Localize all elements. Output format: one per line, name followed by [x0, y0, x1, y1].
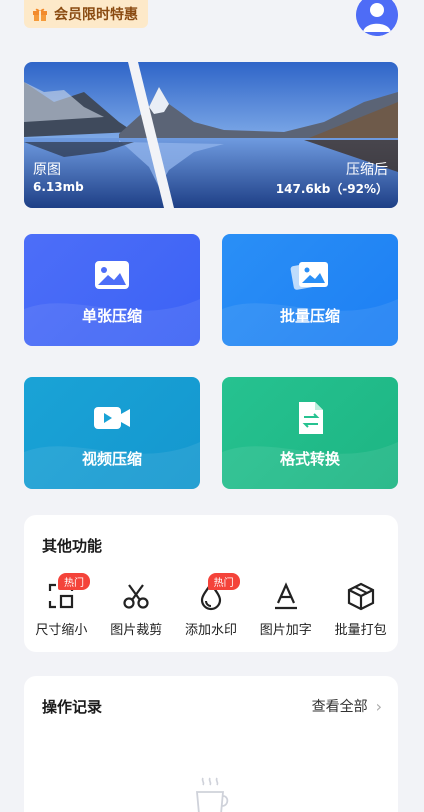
- operation-records-panel: 操作记录 查看全部 ›: [24, 676, 398, 812]
- other-functions-panel: 其他功能 热门 尺寸缩小 图片裁剪 热门 添加水印 图片加字 批量打包: [24, 515, 398, 652]
- compressed-size: 147.6kb（-92%）: [275, 182, 388, 196]
- vip-promo-label: 会员限时特惠: [54, 7, 138, 23]
- tool-add-text-label: 图片加字: [259, 623, 312, 638]
- single-compress-label: 单张压缩: [81, 307, 142, 325]
- video-camera-icon: [94, 407, 130, 429]
- text-icon: [274, 582, 297, 610]
- user-avatar-icon[interactable]: [356, 0, 398, 36]
- coffee-cup-icon: [196, 777, 229, 812]
- tool-crop[interactable]: 图片裁剪: [99, 577, 174, 638]
- images-stack-icon: [290, 262, 328, 290]
- hot-badge: 热门: [207, 573, 240, 590]
- image-icon: [95, 261, 129, 289]
- records-title: 操作记录: [42, 698, 103, 716]
- original-size: 6.13mb: [33, 180, 84, 194]
- tool-resize[interactable]: 热门 尺寸缩小: [24, 573, 99, 638]
- tool-batch-pack-label: 批量打包: [334, 623, 387, 638]
- original-label: 原图: [33, 162, 61, 178]
- tool-batch-pack[interactable]: 批量打包: [323, 577, 398, 638]
- view-all-link[interactable]: 查看全部 ›: [312, 696, 382, 716]
- batch-compress-label: 批量压缩: [279, 307, 340, 325]
- package-box-icon: [347, 582, 374, 611]
- compressed-label: 压缩后: [346, 162, 388, 178]
- other-functions-title: 其他功能: [42, 537, 103, 555]
- format-convert-button[interactable]: 格式转换: [222, 377, 398, 489]
- scissors-icon: [123, 584, 149, 609]
- tool-watermark-label: 添加水印: [184, 623, 237, 638]
- single-compress-button[interactable]: 单张压缩: [24, 234, 200, 346]
- video-compress-button[interactable]: 视频压缩: [24, 377, 200, 489]
- format-convert-label: 格式转换: [279, 450, 340, 468]
- tool-add-text[interactable]: 图片加字: [248, 577, 323, 638]
- compression-preview-banner: 原图 6.13mb 压缩后 147.6kb（-92%）: [24, 62, 398, 208]
- vip-promo-badge[interactable]: 会员限时特惠: [24, 0, 148, 28]
- hot-badge: 热门: [58, 573, 90, 590]
- tool-resize-label: 尺寸缩小: [35, 623, 88, 638]
- gift-icon: [33, 8, 47, 21]
- user-silhouette-icon: [356, 0, 398, 36]
- tool-watermark[interactable]: 热门 添加水印: [174, 573, 249, 638]
- batch-compress-button[interactable]: 批量压缩: [222, 234, 398, 346]
- file-convert-icon: [299, 402, 323, 434]
- view-all-label: 查看全部: [311, 699, 368, 715]
- chevron-right-icon: ›: [375, 696, 382, 716]
- tool-crop-label: 图片裁剪: [110, 623, 163, 638]
- video-compress-label: 视频压缩: [81, 450, 142, 468]
